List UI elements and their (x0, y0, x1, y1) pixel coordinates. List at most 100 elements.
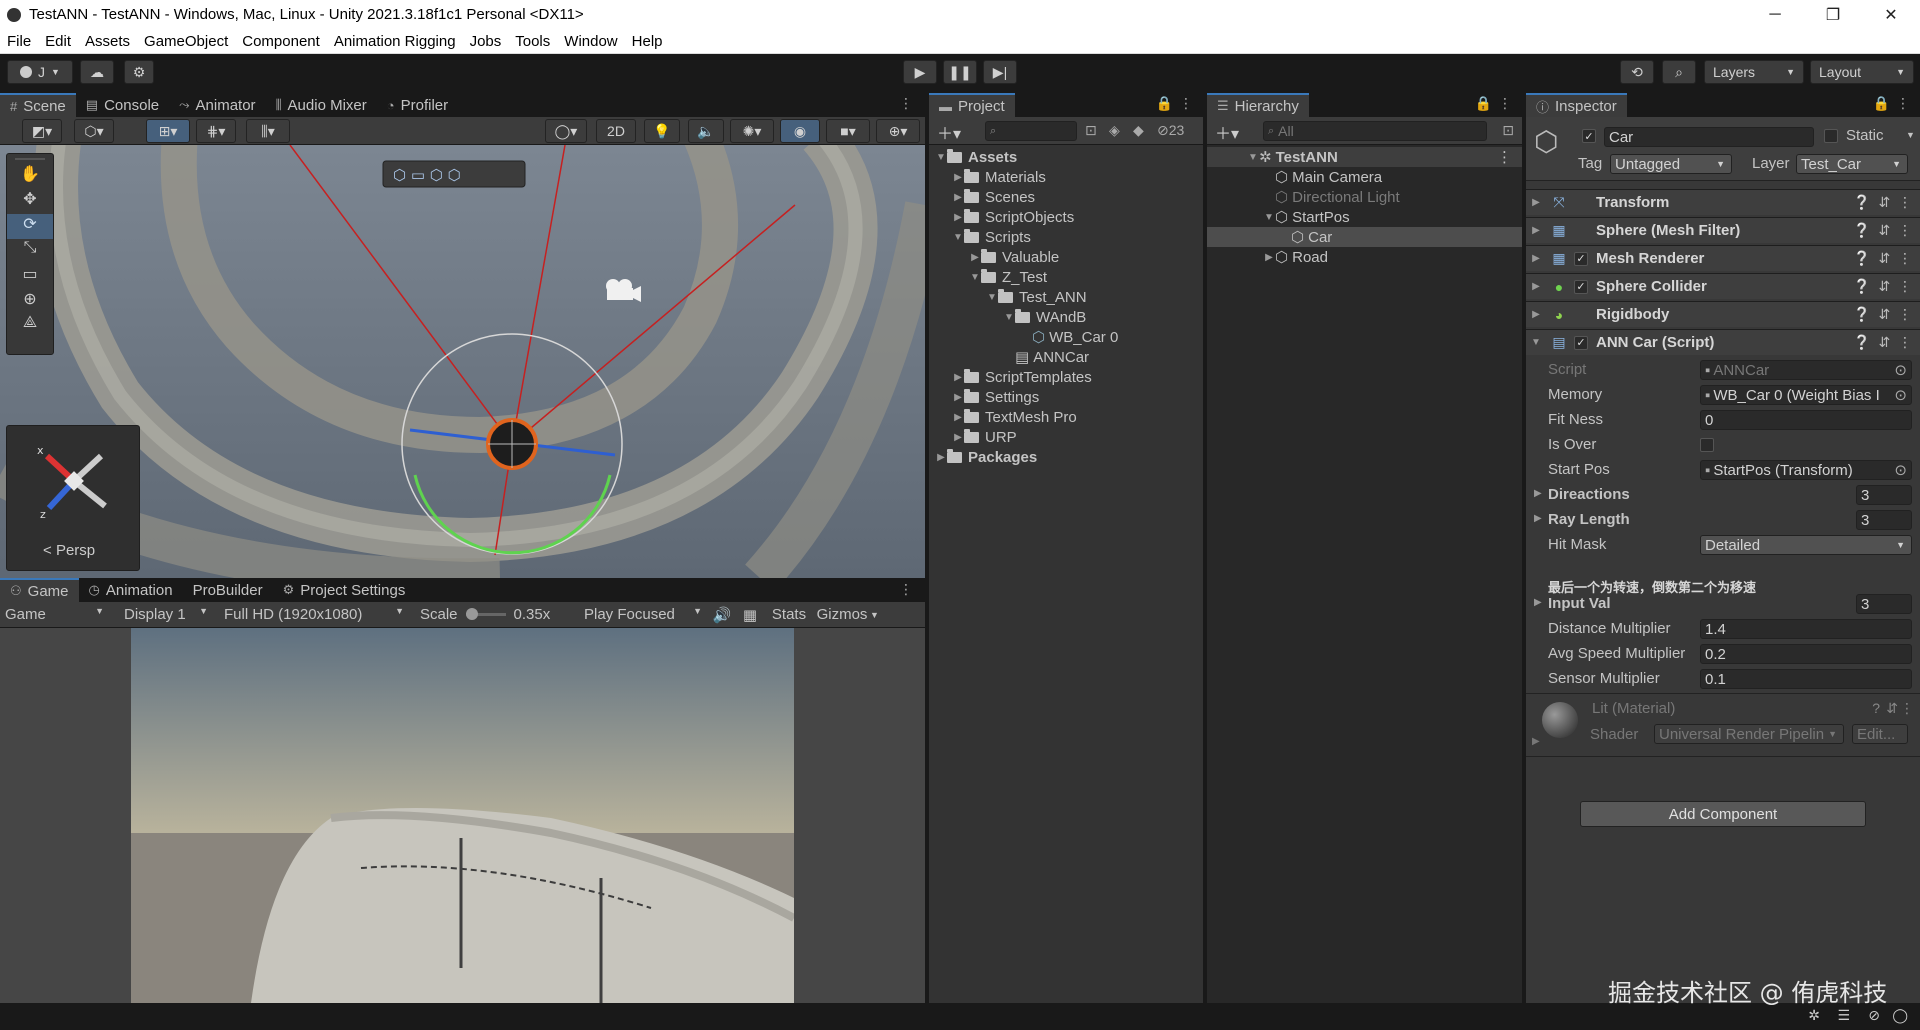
component-enabled-checkbox[interactable]: ✓ (1574, 251, 1588, 266)
help-icon[interactable]: ❔ (1853, 306, 1870, 322)
chevron-down-icon[interactable]: ▼ (1906, 130, 1915, 140)
component-header[interactable]: ▶ ▦ Sphere (Mesh Filter) ❔ ⇵ ⋮ (1526, 217, 1920, 243)
lock-icon[interactable]: 🔒 (1873, 95, 1890, 112)
move-tool-icon[interactable]: ✥ (7, 189, 53, 214)
chevron-right-icon[interactable]: ▶ (952, 192, 964, 203)
project-item[interactable]: ▶ Scenes (952, 187, 1035, 207)
chevron-right-icon[interactable]: ▶ (1534, 488, 1542, 499)
create-add-button[interactable]: ＋▾ (937, 120, 961, 144)
preset-icon[interactable]: ⇵ (1878, 194, 1890, 210)
hand-tool-icon[interactable]: ✋ (7, 164, 53, 189)
object-field[interactable]: ▪ WB_Car 0 (Weight Bias I ⊙ (1700, 385, 1912, 405)
tab-probuilder[interactable]: ProBuilder (183, 578, 273, 602)
panel-menu-icon[interactable]: ⋮ (899, 95, 913, 112)
hierarchy-item[interactable]: ⬡ Main Camera (1207, 167, 1522, 187)
component-header[interactable]: ▼ ▤ ✓ ANN Car (Script) ❔ ⇵ ⋮ (1526, 329, 1920, 355)
chevron-right-icon[interactable]: ▶ (952, 172, 964, 183)
cloud-button[interactable]: ☁ (80, 60, 114, 84)
play-mode-dropdown[interactable]: Play Focused ▼ (576, 606, 708, 623)
object-name-input[interactable]: Car (1604, 127, 1814, 147)
object-picker-icon[interactable]: ⊙ (1894, 361, 1907, 379)
chevron-down-icon[interactable]: ▼ (1247, 152, 1259, 163)
grid-snap-dropdown[interactable]: ⋕▾ (196, 119, 236, 143)
menu-edit[interactable]: Edit (38, 33, 78, 50)
value-input[interactable]: 3 (1856, 594, 1912, 614)
rect-tool-icon[interactable]: ▭ (7, 264, 53, 289)
scale-tool-icon[interactable]: ⤡ (7, 239, 53, 264)
hidden-count-icon[interactable]: ⊘23 (1157, 122, 1184, 139)
object-field[interactable]: ▪ StartPos (Transform) ⊙ (1700, 460, 1912, 480)
component-header[interactable]: ▶ ▦ ✓ Mesh Renderer ❔ ⇵ ⋮ (1526, 245, 1920, 271)
chevron-right-icon[interactable]: ▶ (1263, 252, 1275, 263)
menu-assets[interactable]: Assets (78, 33, 137, 50)
menu-window[interactable]: Window (557, 33, 624, 50)
value-input[interactable]: 0.2 (1700, 644, 1912, 664)
game-render[interactable] (131, 628, 794, 1003)
rotate-tool-icon[interactable]: ⟳ (7, 214, 53, 239)
chevron-down-icon[interactable]: ▼ (986, 292, 998, 303)
tab-profiler[interactable]: ◔ Profiler (377, 93, 458, 117)
value-input[interactable]: 1.4 (1700, 619, 1912, 639)
type-filter-icon[interactable]: ◈ (1109, 122, 1120, 139)
expand-arrow-icon[interactable]: ▶ (1532, 736, 1540, 747)
project-search-input[interactable]: ⌕ (985, 121, 1077, 141)
display-dropdown[interactable]: Display 1 ▼ (110, 606, 214, 623)
shader-dropdown[interactable]: Universal Render Pipelin ▼ (1654, 724, 1844, 744)
project-item[interactable]: ▼ WAndB (1003, 307, 1086, 327)
project-item[interactable]: ▶ Settings (952, 387, 1039, 407)
help-icon[interactable]: ❔ (1853, 222, 1870, 238)
play-button[interactable]: ▶ (903, 60, 937, 84)
preset-icon[interactable]: ⇵ (1878, 250, 1890, 266)
network-icon[interactable]: ⊘ (1868, 1007, 1880, 1024)
tab-scene[interactable]: # Scene (0, 93, 76, 117)
step-button[interactable]: ▶| (983, 60, 1017, 84)
tab-audio-mixer[interactable]: ⫼ Audio Mixer (266, 93, 377, 117)
gizmos-dropdown[interactable]: ⊕▾ (876, 119, 920, 143)
preset-icon[interactable]: ⇵ (1878, 334, 1890, 350)
chevron-down-icon[interactable]: ▼ (935, 152, 947, 163)
transform-tool-icon[interactable]: ⊕ (7, 289, 53, 314)
camera-dropdown[interactable]: ■▾ (826, 119, 870, 143)
value-input[interactable]: 0.1 (1700, 669, 1912, 689)
orientation-dropdown[interactable]: ◯▾ (545, 119, 587, 143)
menu-component[interactable]: Component (235, 33, 327, 50)
object-picker-icon[interactable]: ⊙ (1894, 386, 1907, 404)
component-header[interactable]: ▶ ● ✓ Sphere Collider ❔ ⇵ ⋮ (1526, 273, 1920, 299)
field-dropdown[interactable]: Detailed ▼ (1700, 535, 1912, 555)
chevron-right-icon[interactable]: ▶ (952, 412, 964, 423)
panel-menu-icon[interactable]: ⋮ (899, 581, 913, 598)
more-icon[interactable]: ⋮ (1898, 250, 1912, 266)
more-icon[interactable]: ⋮ (1898, 222, 1912, 238)
tag-dropdown[interactable]: Untagged ▼ (1610, 154, 1732, 174)
help-icon[interactable]: ❔ (1853, 334, 1870, 350)
chevron-down-icon[interactable]: ▼ (870, 610, 879, 620)
project-item[interactable]: ▶ URP (952, 427, 1017, 447)
more-icon[interactable]: ⋮ (1900, 700, 1914, 717)
bug-icon[interactable]: ✲ (1808, 1007, 1820, 1024)
hierarchy-item[interactable]: ⬡ Directional Light (1207, 187, 1522, 207)
pause-button[interactable]: ❚❚ (943, 60, 977, 84)
chevron-right-icon[interactable]: ▶ (1530, 309, 1542, 320)
project-item[interactable]: ▤ ANNCar (1003, 347, 1089, 367)
more-icon[interactable]: ⋮ (1898, 334, 1912, 350)
orientation-gizmo[interactable]: x z < Persp (6, 425, 140, 571)
shader-edit-button[interactable]: Edit... (1852, 724, 1908, 744)
chevron-right-icon[interactable]: ▶ (952, 212, 964, 223)
stats-button[interactable]: Stats (764, 606, 814, 623)
tab-project[interactable]: ▬ Project (929, 93, 1015, 117)
project-item[interactable]: ▶ Materials (952, 167, 1046, 187)
scale-slider[interactable] (465, 608, 506, 620)
custom-tool-icon[interactable]: ⟁ (7, 314, 53, 339)
component-header[interactable]: ▶ ⤧ Transform ❔ ⇵ ⋮ (1526, 189, 1920, 215)
mute-audio-icon[interactable]: 🔊 (708, 606, 736, 624)
cache-icon[interactable]: ☰ (1837, 1007, 1850, 1024)
component-header[interactable]: ▶ ◕ Rigidbody ❔ ⇵ ⋮ (1526, 301, 1920, 327)
tab-animator[interactable]: ⤳ Animator (169, 93, 265, 117)
resolution-dropdown[interactable]: Full HD (1920x1080) ▼ (214, 606, 410, 623)
menu-animation-rigging[interactable]: Animation Rigging (327, 33, 463, 50)
increment-snap-dropdown[interactable]: ⫼▾ (246, 119, 290, 143)
lighting-toggle[interactable]: 💡 (644, 119, 680, 143)
project-item[interactable]: ⬡ WB_Car 0 (1020, 327, 1118, 347)
project-item[interactable]: ▶ Valuable (969, 247, 1059, 267)
search-filter-icon[interactable]: ⊡ (1502, 122, 1514, 139)
